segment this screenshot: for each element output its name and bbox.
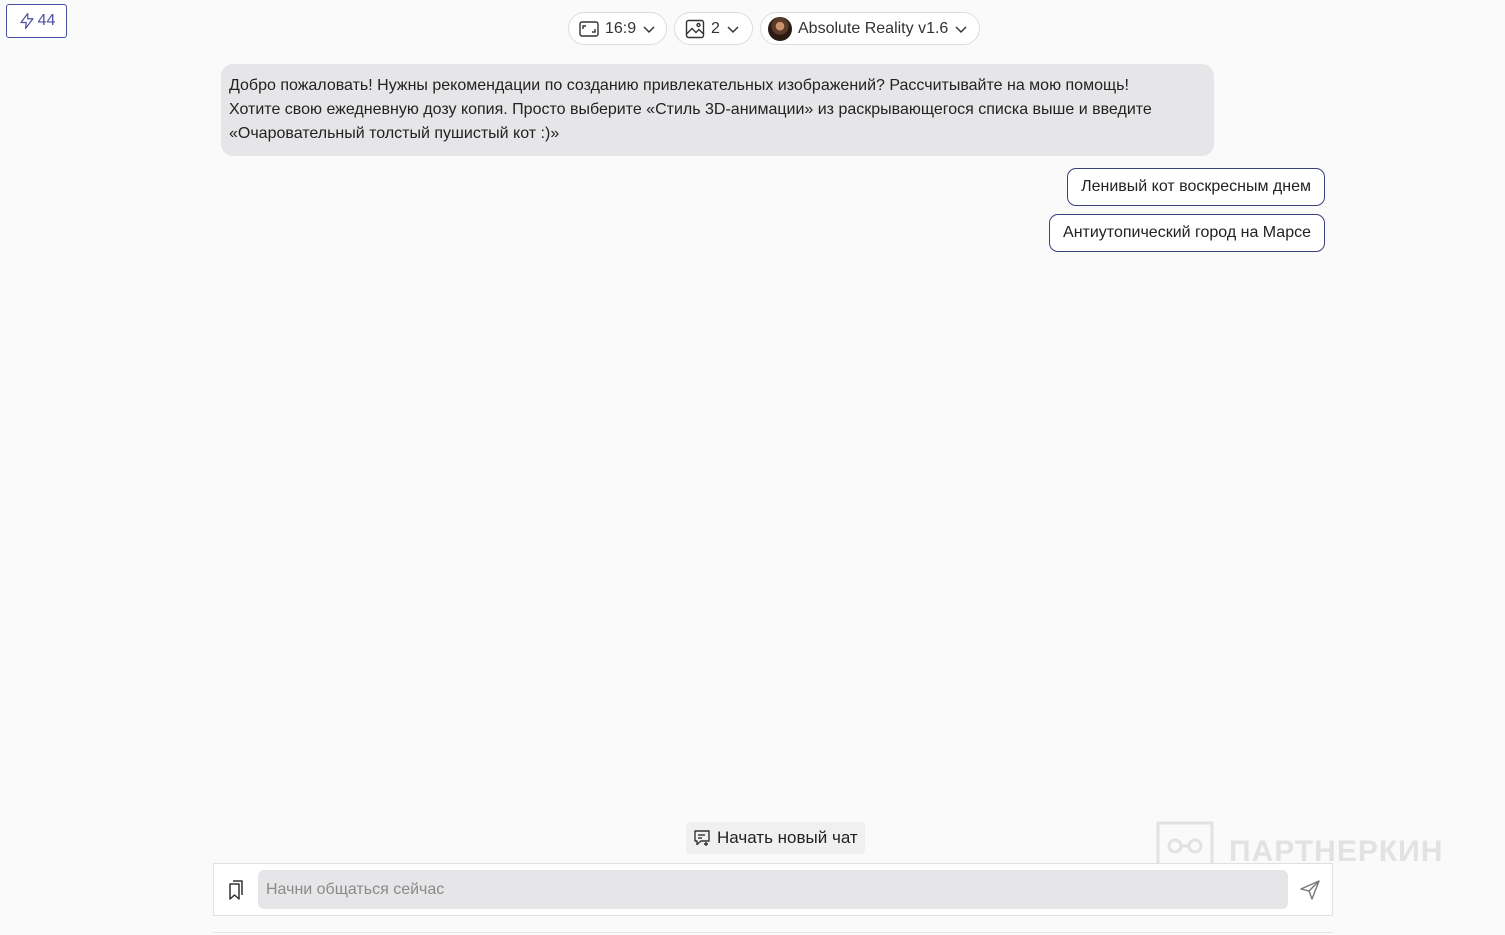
suggestion-chip-mars-city[interactable]: Антиутопический город на Марсе [1049, 214, 1325, 252]
aspect-ratio-value: 16:9 [605, 19, 637, 37]
assistant-message: Добро пожаловать! Нужны рекомендации по … [221, 64, 1214, 156]
message-line: «Очаровательный толстый пушистый кот :)» [229, 125, 560, 142]
lightning-icon [19, 12, 34, 30]
chevron-down-icon [643, 25, 655, 33]
chat-input[interactable] [258, 870, 1288, 909]
generation-toolbar: 16:9 2 Absolute Reality v1.6 [568, 12, 980, 45]
suggestion-chip-lazy-cat[interactable]: Ленивый кот воскресным днем [1067, 168, 1325, 206]
image-count-value: 2 [711, 19, 720, 37]
message-line: Добро пожаловать! Нужны рекомендации по … [229, 77, 1129, 94]
chevron-down-icon [955, 25, 967, 33]
model-dropdown[interactable]: Absolute Reality v1.6 [760, 12, 980, 45]
credits-count: 44 [37, 12, 56, 29]
chevron-down-icon [727, 25, 739, 33]
send-icon [1300, 879, 1320, 900]
divider [213, 932, 1333, 933]
new-chat-button[interactable]: Начать новый чат [686, 822, 865, 854]
prompt-library-button[interactable] [214, 879, 258, 901]
new-chat-icon [694, 830, 710, 846]
new-chat-label: Начать новый чат [717, 828, 858, 847]
aspect-ratio-icon [579, 20, 599, 37]
image-icon [685, 19, 705, 38]
send-button[interactable] [1288, 879, 1332, 901]
bookmark-icon [229, 879, 243, 900]
message-line: Хотите свою ежедневную дозу копия. Прост… [229, 101, 1152, 118]
message-composer [213, 863, 1333, 916]
image-count-dropdown[interactable]: 2 [674, 12, 753, 45]
credits-badge[interactable]: 44 [6, 4, 67, 38]
aspect-ratio-dropdown[interactable]: 16:9 [568, 12, 667, 45]
model-name: Absolute Reality v1.6 [798, 19, 949, 37]
model-avatar [768, 16, 792, 41]
